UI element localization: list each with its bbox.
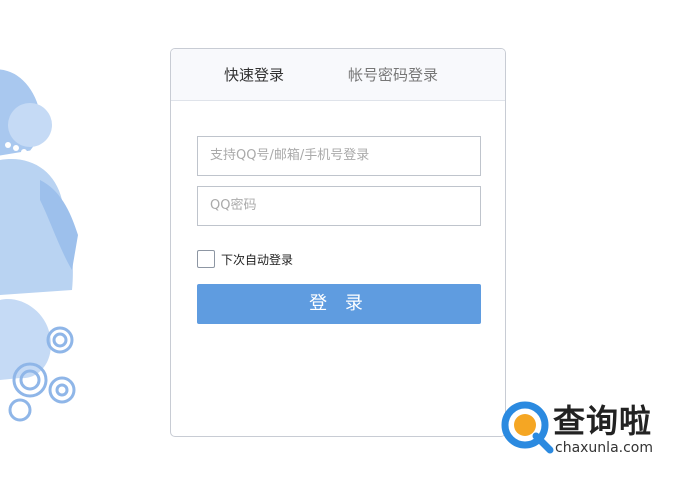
login-panel: 快速登录 帐号密码登录 支持QQ号/邮箱/手机号登录 QQ密码 下次自动登录 登… bbox=[170, 48, 506, 437]
auto-login-checkbox[interactable] bbox=[197, 250, 215, 268]
watermark: 查询啦 chaxunla.com bbox=[498, 396, 668, 466]
tab-account-password-login[interactable]: 帐号密码登录 bbox=[348, 49, 438, 101]
auto-login-row: 下次自动登录 bbox=[197, 249, 293, 269]
watermark-domain: chaxunla.com bbox=[555, 440, 653, 456]
decorative-illustration bbox=[0, 69, 78, 422]
tab-quick-login[interactable]: 快速登录 bbox=[224, 49, 284, 101]
login-button[interactable]: 登 录 bbox=[197, 284, 481, 324]
auto-login-label[interactable]: 下次自动登录 bbox=[221, 251, 293, 268]
watermark-logo-icon bbox=[501, 401, 554, 454]
password-input[interactable]: QQ密码 bbox=[197, 186, 481, 226]
login-tabs: 快速登录 帐号密码登录 bbox=[171, 49, 505, 101]
watermark-site-name: 查询啦 bbox=[553, 402, 653, 440]
account-input[interactable]: 支持QQ号/邮箱/手机号登录 bbox=[197, 136, 481, 176]
